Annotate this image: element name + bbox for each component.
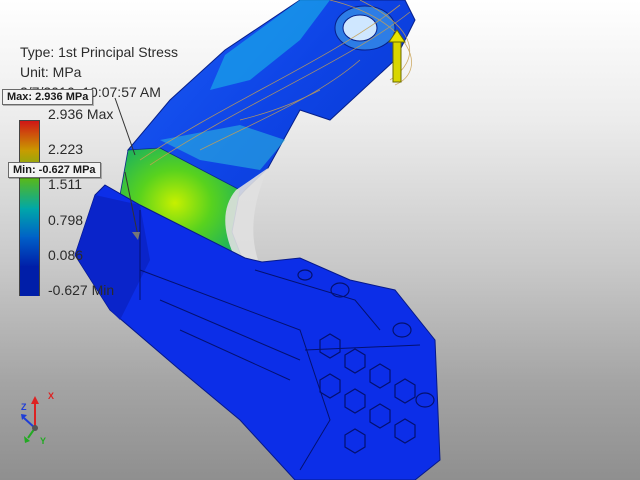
legend-tick-label: 2.936 Max <box>48 106 114 122</box>
max-leader <box>114 97 136 156</box>
color-legend <box>19 120 40 296</box>
result-type: Type: 1st Principal Stress <box>20 44 178 60</box>
stress-model[interactable] <box>0 0 640 480</box>
triad-z-label: Z <box>21 402 27 412</box>
graphics-viewport[interactable]: Type: 1st Principal Stress Unit: MPa 2/7… <box>0 0 640 480</box>
triad-x-label: X <box>48 391 55 401</box>
legend-tick-label: 2.223 <box>48 141 84 158</box>
legend-band <box>20 266 39 296</box>
legend-tick-label: 0.798 <box>48 211 84 228</box>
legend-tick-label: 0.086 <box>48 246 84 263</box>
view-triad[interactable]: X Y Z <box>18 390 68 446</box>
pin-hole <box>342 14 378 42</box>
min-probe-label[interactable]: Min: -0.627 MPa <box>8 162 101 178</box>
triad-y-label: Y <box>40 436 47 446</box>
legend-band <box>20 121 39 151</box>
legend-band <box>20 237 39 267</box>
legend-tick-label: -0.627 Min <box>48 282 115 298</box>
legend-band <box>20 179 39 209</box>
max-probe-label[interactable]: Max: 2.936 MPa <box>2 89 94 105</box>
result-unit: Unit: MPa <box>20 64 82 80</box>
legend-tick-label: 1.511 <box>48 176 82 193</box>
legend-band <box>20 208 39 238</box>
